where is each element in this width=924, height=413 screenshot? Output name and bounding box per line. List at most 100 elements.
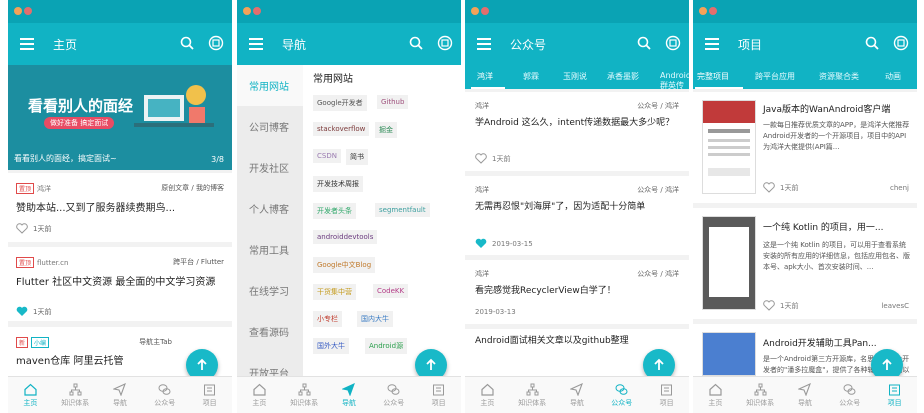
project-card[interactable]: Java版本的WanAndroid客户端 一款每日推荐优质文章的APP，是鸿洋大… <box>693 92 917 203</box>
tab-navigation[interactable]: 导航 <box>555 377 600 413</box>
tab-label: 知识体系 <box>290 398 319 407</box>
tab-project-category[interactable]: 完整项目 <box>697 71 729 82</box>
tab-account[interactable]: 承香墨影 <box>607 71 639 82</box>
site-chip[interactable]: stackoverflow <box>313 122 370 136</box>
tab-knowledge[interactable]: 知识体系 <box>53 377 98 413</box>
site-chip[interactable]: 掘金 <box>375 122 397 138</box>
scan-icon[interactable] <box>208 35 224 51</box>
article-card[interactable]: 鸿洋 公众号 / 鸿洋 无需再忍恨"刘海屏"了，因为适配十分简单 2019-03… <box>465 176 689 255</box>
tab-project[interactable]: 项目 <box>416 377 461 413</box>
chat-icon <box>158 383 171 395</box>
wechat-screen: 公众号 鸿洋 郭霖 玉刚说 承香墨影 Android群英传 鸿洋 公众号 / 鸿… <box>465 0 689 413</box>
tab-label: 项目 <box>202 398 217 407</box>
article-card[interactable]: 鸿洋 公众号 / 鸿洋 看完感觉我RecyclerView白学了！ 2019-0… <box>465 260 689 324</box>
notification-icon <box>709 7 717 15</box>
project-author: chenj <box>890 184 909 192</box>
article-card[interactable]: 置顶 flutter.cn 跨平台 / Flutter Flutter 社区中文资… <box>8 247 232 321</box>
search-icon[interactable] <box>637 36 651 50</box>
site-chip[interactable]: androiddevtools <box>313 230 378 244</box>
tab-account[interactable]: 郭霖 <box>523 71 539 82</box>
send-icon <box>798 382 812 396</box>
tab-label: 公众号 <box>154 398 176 407</box>
tab-project[interactable]: 项目 <box>187 377 232 413</box>
tab-project-category[interactable]: 跨平台应用 <box>755 71 795 82</box>
category-item[interactable]: 常用工具 <box>237 229 303 270</box>
tab-home[interactable]: 主页 <box>8 377 53 413</box>
banner-carousel[interactable]: 看看别人的面经 做好准备 搞定面试 看看别人的面经，搞定面试~ 3/8 <box>8 65 232 170</box>
heart-filled-icon[interactable] <box>475 238 487 249</box>
search-icon[interactable] <box>409 36 423 50</box>
category-item[interactable]: 开发社区 <box>237 147 303 188</box>
site-chip[interactable]: CodeKK <box>373 284 409 298</box>
scan-icon[interactable] <box>665 35 681 51</box>
project-title: Android开发辅助工具Pan... <box>763 339 877 349</box>
tab-project[interactable]: 项目 <box>644 377 689 413</box>
menu-icon[interactable] <box>249 38 263 50</box>
site-chip[interactable]: 简书 <box>346 149 368 165</box>
site-chip[interactable]: 国外大牛 <box>313 338 349 354</box>
tab-home[interactable]: 主页 <box>465 377 510 413</box>
tab-project-category[interactable]: 资源聚合类 <box>819 71 859 82</box>
category-item[interactable]: 公司博客 <box>237 106 303 147</box>
tab-wechat[interactable]: 公众号 <box>371 377 416 413</box>
tab-account[interactable]: 玉刚说 <box>563 71 587 82</box>
tab-wechat[interactable]: 公众号 <box>599 377 644 413</box>
tab-home[interactable]: 主页 <box>693 377 738 413</box>
tab-knowledge[interactable]: 知识体系 <box>738 377 783 413</box>
tree-icon <box>298 383 311 395</box>
tab-navigation[interactable]: 导航 <box>98 377 143 413</box>
tab-knowledge[interactable]: 知识体系 <box>510 377 555 413</box>
site-chip[interactable]: segmentfault <box>375 203 430 217</box>
menu-icon[interactable] <box>477 38 491 50</box>
site-chip[interactable]: 开发者头条 <box>313 203 356 219</box>
search-icon[interactable] <box>865 36 879 50</box>
menu-icon[interactable] <box>705 38 719 50</box>
article-card[interactable]: 鸿洋 公众号 / 鸿洋 学Android 这么久，intent传递数据最大多少呢… <box>465 92 689 171</box>
heart-outline-icon[interactable] <box>16 223 28 234</box>
tab-label: 项目 <box>431 398 446 407</box>
site-chip[interactable]: 干货集中营 <box>313 284 356 300</box>
heart-filled-icon[interactable] <box>16 306 28 317</box>
project-card[interactable]: 一个纯 Kotlin 的项目，用一... 这是一个纯 Kotlin 的项目，可以… <box>693 208 917 319</box>
heart-outline-icon[interactable] <box>763 182 775 193</box>
tab-navigation[interactable]: 导航 <box>327 377 372 413</box>
site-chip[interactable]: 国内大牛 <box>357 311 393 327</box>
status-bar <box>8 0 232 23</box>
site-chip[interactable]: 开发技术周报 <box>313 176 363 192</box>
article-category: 公众号 / 鸿洋 <box>637 270 679 278</box>
tab-account[interactable]: 鸿洋 <box>477 71 493 82</box>
tab-project-category[interactable]: 动画 <box>885 71 901 82</box>
heart-outline-icon[interactable] <box>763 300 775 311</box>
banner-caption: 看看别人的面经，搞定面试~ <box>14 154 117 163</box>
tab-navigation[interactable]: 导航 <box>783 377 828 413</box>
scan-icon[interactable] <box>437 35 453 51</box>
site-chip[interactable]: 小专栏 <box>313 311 342 327</box>
category-item[interactable]: 查看源码 <box>237 311 303 352</box>
tab-knowledge[interactable]: 知识体系 <box>282 377 327 413</box>
category-item[interactable]: 在线学习 <box>237 270 303 311</box>
tab-project[interactable]: 项目 <box>872 377 917 413</box>
tab-home[interactable]: 主页 <box>237 377 282 413</box>
search-icon[interactable] <box>180 36 194 50</box>
status-bar <box>465 0 689 23</box>
project-thumbnail <box>702 100 756 194</box>
site-chip[interactable]: Android源 <box>365 338 408 354</box>
new-tag: 新 <box>16 337 29 348</box>
category-item[interactable]: 常用网站 <box>237 65 303 106</box>
site-chip[interactable]: Google中文Blog <box>313 257 376 273</box>
project-time: 1天前 <box>780 183 799 192</box>
article-card[interactable]: 置顶 鸿洋 原创文章 / 我的博客 赞助本站...又到了服务器续费期鸟... 1天… <box>8 173 232 242</box>
tab-account[interactable]: Android群英传 <box>660 71 689 91</box>
project-time: 1天前 <box>780 301 799 310</box>
tab-wechat[interactable]: 公众号 <box>827 377 872 413</box>
category-item[interactable]: 个人博客 <box>237 188 303 229</box>
site-chip[interactable]: Google开发者 <box>313 95 367 111</box>
site-chip[interactable]: CSDN <box>313 149 341 163</box>
heart-outline-icon[interactable] <box>475 153 487 164</box>
scan-icon[interactable] <box>893 35 909 51</box>
tab-wechat[interactable]: 公众号 <box>142 377 187 413</box>
folder-icon <box>204 384 216 395</box>
menu-icon[interactable] <box>20 38 34 50</box>
folder-icon <box>661 384 673 395</box>
site-chip[interactable]: Github <box>377 95 409 109</box>
